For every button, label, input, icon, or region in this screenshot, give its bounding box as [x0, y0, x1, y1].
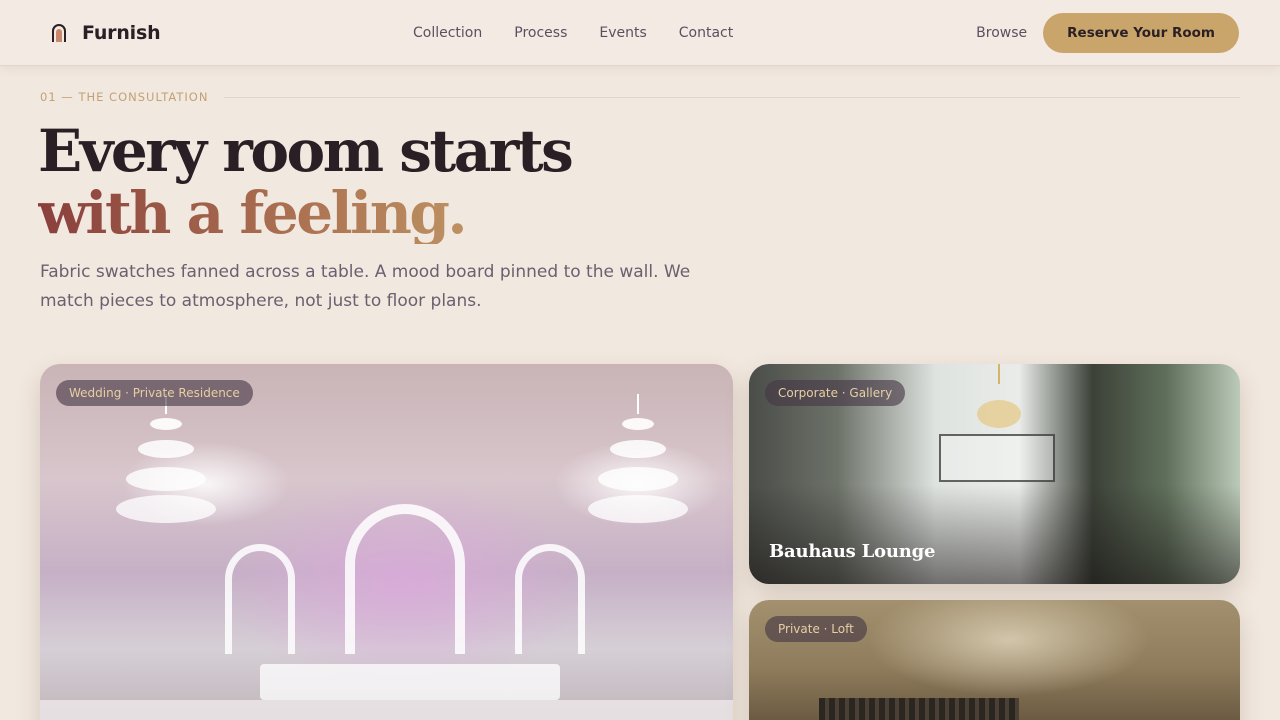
head-table [260, 664, 560, 700]
chandelier-image [588, 394, 688, 523]
brand[interactable]: Furnish [48, 21, 161, 44]
chandelier-image [977, 364, 1021, 428]
radiator-decor [819, 698, 1019, 720]
chandelier-image [116, 394, 216, 523]
category-tag: Private · Loft [765, 616, 867, 642]
room-card-wedding[interactable]: Wedding · Private Residence [40, 364, 733, 720]
nav-link-collection[interactable]: Collection [413, 25, 482, 41]
top-nav: Furnish Collection Process Events Contac… [0, 0, 1280, 66]
headline-line-2: with a feeling. [38, 182, 571, 244]
browse-link[interactable]: Browse [976, 25, 1027, 41]
card-title: Bauhaus Lounge [769, 541, 936, 562]
room-card-loft[interactable]: Private · Loft [749, 600, 1240, 720]
floor [40, 700, 733, 720]
room-card-bauhaus-lounge[interactable]: Corporate · Gallery Bauhaus Lounge [749, 364, 1240, 584]
arch-decor [345, 504, 465, 654]
hero-headline: Every room starts with a feeling. [38, 117, 574, 244]
divider [224, 96, 1240, 98]
headline-line-1: Every room starts [38, 117, 574, 185]
brand-name: Furnish [82, 21, 161, 44]
nav-link-process[interactable]: Process [514, 25, 567, 41]
arch-decor [225, 544, 295, 654]
nav-actions: Browse Reserve Your Room [976, 13, 1239, 53]
arch-logo-icon [48, 22, 70, 44]
section-eyebrow: 01 — THE CONSULTATION [40, 90, 1240, 104]
hero-lead: Fabric swatches fanned across a table. A… [40, 262, 691, 311]
category-tag: Corporate · Gallery [765, 380, 906, 406]
reserve-room-button[interactable]: Reserve Your Room [1043, 13, 1239, 53]
eyebrow-label: 01 — THE CONSULTATION [40, 90, 209, 104]
nav-link-events[interactable]: Events [599, 25, 646, 41]
primary-nav: Collection Process Events Contact [413, 0, 733, 66]
nav-link-contact[interactable]: Contact [679, 25, 733, 41]
category-tag: Wedding · Private Residence [56, 380, 253, 406]
arch-decor [515, 544, 585, 654]
